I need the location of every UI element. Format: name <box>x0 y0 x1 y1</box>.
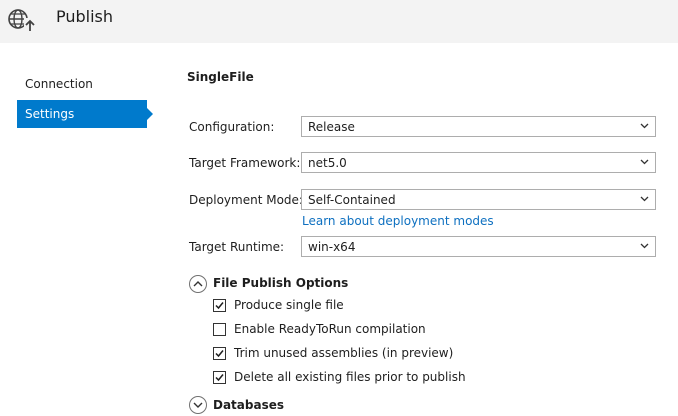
target-framework-value: net5.0 <box>308 156 347 170</box>
produce-single-file-checkbox[interactable] <box>213 299 226 312</box>
trim-unused-assemblies-label: Trim unused assemblies (in preview) <box>234 346 454 360</box>
sidebar: Connection Settings <box>0 43 160 416</box>
profile-title: SingleFile <box>187 70 254 84</box>
file-publish-options-collapse-button[interactable] <box>189 275 207 293</box>
chevron-down-icon <box>640 243 649 249</box>
deployment-mode-select[interactable]: Self-Contained <box>301 189 656 210</box>
chevron-up-icon <box>193 281 203 287</box>
deployment-modes-link[interactable]: Learn about deployment modes <box>302 214 494 228</box>
chevron-down-icon <box>193 402 203 408</box>
enable-readytorun-label: Enable ReadyToRun compilation <box>234 322 426 336</box>
page-title: Publish <box>56 7 114 26</box>
chevron-down-icon <box>640 123 649 129</box>
active-indicator-arrow <box>147 108 153 120</box>
produce-single-file-label: Produce single file <box>234 298 344 312</box>
target-runtime-label: Target Runtime: <box>189 240 285 254</box>
delete-existing-files-label: Delete all existing files prior to publi… <box>234 370 466 384</box>
delete-existing-files-checkbox[interactable] <box>213 371 226 384</box>
configuration-label: Configuration: <box>189 120 275 134</box>
enable-readytorun-checkbox[interactable] <box>213 323 226 336</box>
configuration-value: Release <box>308 120 355 134</box>
checkmark-icon <box>215 374 224 382</box>
chevron-down-icon <box>640 159 649 165</box>
file-publish-options-title: File Publish Options <box>213 276 349 290</box>
deployment-mode-label: Deployment Mode: <box>189 193 303 207</box>
deployment-mode-value: Self-Contained <box>308 193 396 207</box>
databases-title: Databases <box>213 398 285 412</box>
trim-unused-assemblies-checkbox[interactable] <box>213 347 226 360</box>
target-runtime-select[interactable]: win-x64 <box>301 236 656 257</box>
sidebar-item-settings[interactable]: Settings <box>17 100 153 128</box>
header-bar: Publish <box>0 0 678 43</box>
target-framework-select[interactable]: net5.0 <box>301 152 656 173</box>
globe-publish-icon <box>8 9 36 32</box>
sidebar-item-connection[interactable]: Connection <box>17 70 147 98</box>
databases-expand-button[interactable] <box>189 396 207 414</box>
checkmark-icon <box>215 302 224 310</box>
configuration-select[interactable]: Release <box>301 116 656 137</box>
target-framework-label: Target Framework: <box>189 156 301 170</box>
sidebar-item-label: Settings <box>25 107 75 121</box>
target-runtime-value: win-x64 <box>308 240 356 254</box>
chevron-down-icon <box>640 196 649 202</box>
checkmark-icon <box>215 350 224 358</box>
